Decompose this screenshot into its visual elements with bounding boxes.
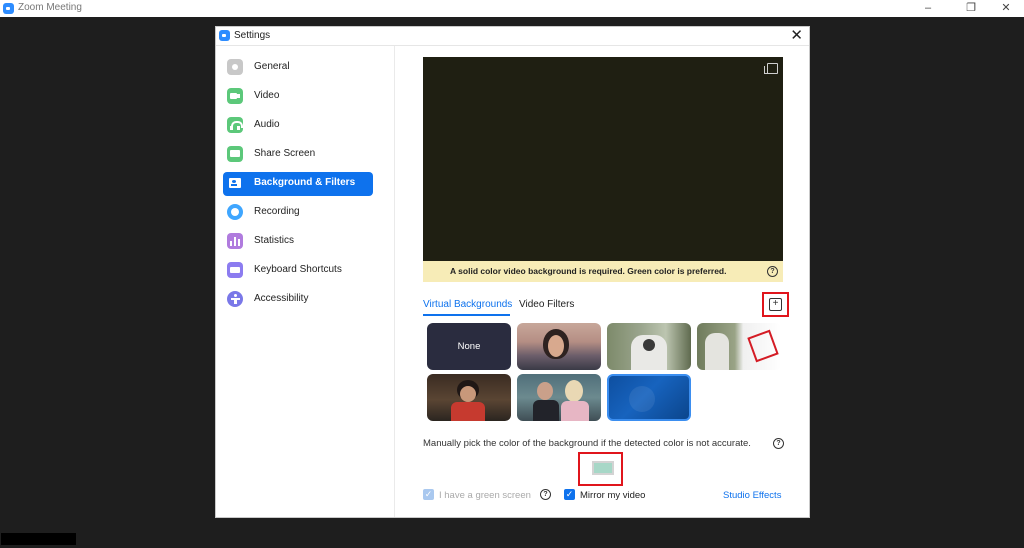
background-thumbnail[interactable] <box>427 374 511 421</box>
dialog-title: Settings <box>234 30 271 41</box>
background-thumbnail-selected[interactable] <box>607 374 691 421</box>
mirror-video-checkbox[interactable]: ✓ <box>564 489 575 500</box>
sidebar-item-label: Audio <box>254 119 280 130</box>
gear-icon <box>227 59 243 75</box>
pop-out-icon[interactable] <box>764 63 778 74</box>
background-thumbnail[interactable] <box>697 323 781 370</box>
person-background-icon <box>227 175 243 191</box>
background-none[interactable]: None <box>427 323 511 370</box>
help-icon[interactable]: ? <box>540 489 551 500</box>
green-screen-label: I have a green screen <box>439 490 531 501</box>
background-thumbnail[interactable] <box>517 374 601 421</box>
accessibility-icon <box>227 291 243 307</box>
highlight-box <box>762 292 789 317</box>
headphones-icon <box>227 117 243 133</box>
background-thumbnail[interactable] <box>517 323 601 370</box>
tab-video-filters[interactable]: Video Filters <box>519 299 574 310</box>
dialog-header: Settings ✕ <box>216 27 809 46</box>
bar-chart-icon <box>227 233 243 249</box>
none-label: None <box>457 341 481 352</box>
sidebar-item-label: General <box>254 61 290 72</box>
restore-button[interactable]: ❐ <box>955 0 987 17</box>
sidebar-item-label: Share Screen <box>254 148 316 159</box>
window-titlebar: Zoom Meeting – ❐ ✕ <box>0 0 1024 17</box>
manual-pick-text: Manually pick the color of the backgroun… <box>423 438 751 449</box>
window-title: Zoom Meeting <box>18 2 82 13</box>
active-tab-indicator <box>423 314 510 316</box>
video-preview <box>423 57 783 261</box>
help-icon[interactable]: ? <box>767 266 778 277</box>
sidebar-item-label: Recording <box>254 206 300 217</box>
help-icon[interactable]: ? <box>773 438 784 449</box>
highlight-box <box>578 452 623 486</box>
record-icon <box>227 204 243 220</box>
sidebar-item-keyboard-shortcuts[interactable]: Keyboard Shortcuts <box>223 259 373 283</box>
mirror-video-label: Mirror my video <box>580 490 646 501</box>
keyboard-icon <box>227 262 243 278</box>
green-screen-checkbox[interactable]: ✓ <box>423 489 434 500</box>
close-window-button[interactable]: ✕ <box>990 0 1022 17</box>
sidebar-item-statistics[interactable]: Statistics <box>223 230 373 254</box>
sidebar-item-accessibility[interactable]: Accessibility <box>223 288 373 312</box>
studio-effects-link[interactable]: Studio Effects <box>723 490 781 501</box>
notice-text: A solid color video background is requir… <box>450 266 727 276</box>
sidebar-item-share-screen[interactable]: Share Screen <box>223 143 373 167</box>
share-screen-icon <box>227 146 243 162</box>
video-camera-icon <box>227 88 243 104</box>
sidebar-item-label: Background & Filters <box>254 177 356 188</box>
taskbar-item[interactable] <box>1 533 76 545</box>
sidebar-item-background-filters[interactable]: Background & Filters <box>223 172 373 196</box>
sidebar-item-recording[interactable]: Recording <box>223 201 373 225</box>
sidebar-item-label: Keyboard Shortcuts <box>254 264 342 275</box>
solid-color-notice: A solid color video background is requir… <box>423 261 783 282</box>
minimize-button[interactable]: – <box>912 0 944 17</box>
settings-dialog: Settings ✕ General Video Audio Share Scr… <box>215 26 810 518</box>
sidebar-item-general[interactable]: General <box>223 56 373 80</box>
sidebar-item-video[interactable]: Video <box>223 85 373 109</box>
zoom-app-icon <box>3 3 14 14</box>
zoom-settings-icon <box>219 30 230 41</box>
close-dialog-button[interactable]: ✕ <box>790 27 803 45</box>
settings-sidebar: General Video Audio Share Screen Backgro… <box>216 46 395 517</box>
sidebar-item-label: Video <box>254 90 280 101</box>
sidebar-item-audio[interactable]: Audio <box>223 114 373 138</box>
sidebar-item-label: Statistics <box>254 235 295 246</box>
background-thumbnail[interactable] <box>607 323 691 370</box>
tab-virtual-backgrounds[interactable]: Virtual Backgrounds <box>423 299 512 310</box>
sidebar-item-label: Accessibility <box>254 293 309 304</box>
